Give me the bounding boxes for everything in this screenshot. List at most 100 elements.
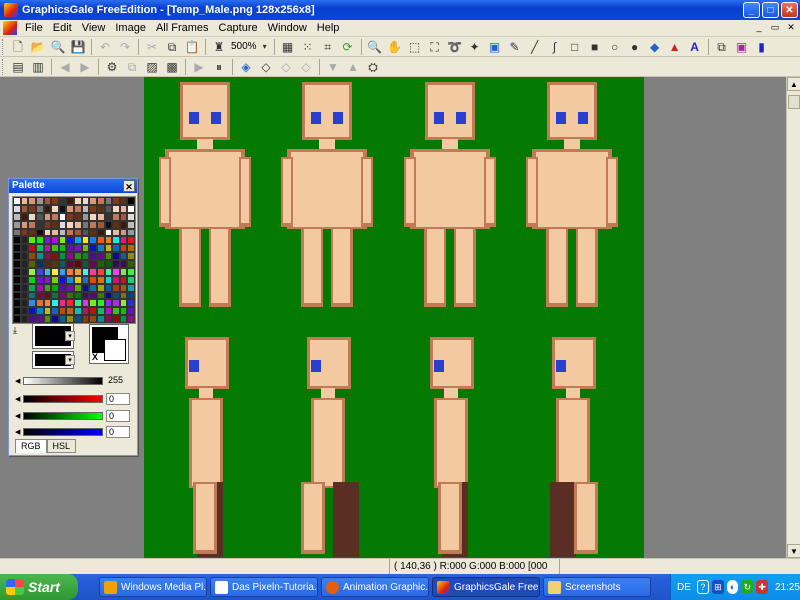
- color-swatch[interactable]: [112, 299, 120, 308]
- color-swatch[interactable]: [119, 236, 128, 245]
- color-swatch[interactable]: [20, 236, 29, 245]
- color-swatch[interactable]: [81, 220, 90, 229]
- mdi-minimize-button[interactable]: _: [752, 21, 766, 34]
- color-swatch[interactable]: [13, 197, 21, 205]
- color-swatch[interactable]: [119, 275, 128, 284]
- color-swatch[interactable]: [127, 220, 135, 229]
- color-swatch[interactable]: [51, 260, 59, 268]
- value-bar[interactable]: [23, 377, 103, 385]
- color-swatch[interactable]: [28, 260, 36, 268]
- redo-icon[interactable]: ↷: [117, 39, 133, 55]
- color-swatch[interactable]: [66, 299, 74, 308]
- color-swatch[interactable]: [13, 228, 21, 237]
- color-swatch[interactable]: [66, 220, 74, 229]
- stamp-icon[interactable]: ♜: [211, 39, 227, 55]
- palette-close-button[interactable]: ✕: [123, 180, 135, 192]
- color-swatch[interactable]: [13, 291, 21, 300]
- color-swatch[interactable]: [51, 197, 59, 205]
- color-swatch[interactable]: [112, 220, 120, 229]
- color-swatch[interactable]: [66, 267, 74, 276]
- color-swatch[interactable]: [89, 252, 97, 260]
- color-swatch[interactable]: [127, 291, 135, 300]
- color-swatch[interactable]: [112, 267, 120, 276]
- new-file-icon[interactable]: 🗋: [10, 39, 26, 55]
- color-swatch[interactable]: [58, 228, 67, 237]
- color-swatch[interactable]: [35, 260, 44, 268]
- menu-view[interactable]: View: [77, 22, 111, 34]
- color-swatch-grid[interactable]: [12, 196, 136, 324]
- layer-up-icon[interactable]: ▲: [345, 59, 361, 75]
- swap-colors-label[interactable]: X: [92, 352, 98, 362]
- color-swatch[interactable]: [112, 212, 120, 221]
- color-swatch[interactable]: [96, 275, 105, 284]
- color-swatch[interactable]: [35, 299, 44, 308]
- color-swatch[interactable]: [35, 197, 44, 205]
- color-swatch[interactable]: [13, 299, 21, 308]
- color-swatch[interactable]: [28, 212, 36, 221]
- color-swatch[interactable]: [112, 228, 120, 237]
- color-swatch[interactable]: [66, 204, 74, 213]
- minimize-button[interactable]: _: [743, 2, 760, 18]
- color-swatch[interactable]: [20, 267, 29, 276]
- line-icon[interactable]: ╱: [527, 39, 543, 55]
- scroll-thumb[interactable]: [788, 95, 800, 109]
- color-swatch[interactable]: [104, 197, 113, 205]
- color-swatch[interactable]: [104, 204, 113, 213]
- color-swatch[interactable]: [104, 220, 113, 229]
- layer-icon[interactable]: ◈: [238, 59, 254, 75]
- color-swatch[interactable]: [58, 275, 67, 284]
- color-swatch[interactable]: [20, 283, 29, 292]
- play-icon[interactable]: ▶: [191, 59, 207, 75]
- window-title-bar[interactable]: GraphicsGale FreeEdition - [Temp_Male.pn…: [0, 0, 800, 20]
- color-swatch[interactable]: [35, 307, 44, 316]
- color-swatch[interactable]: [43, 252, 52, 260]
- color-swatch[interactable]: [13, 283, 21, 292]
- lasso-icon[interactable]: ➰: [447, 39, 463, 55]
- color-swatch[interactable]: [112, 283, 120, 292]
- color-swatch[interactable]: [127, 299, 135, 308]
- color-swatch[interactable]: [66, 275, 74, 284]
- color-swatch[interactable]: [66, 228, 74, 237]
- blue-bar[interactable]: [23, 428, 103, 436]
- image-canvas[interactable]: [144, 77, 644, 558]
- color-swatch[interactable]: [51, 212, 59, 221]
- color-swatch[interactable]: [96, 260, 105, 268]
- color-swatch[interactable]: [119, 212, 128, 221]
- red-slider[interactable]: ◀ 0: [15, 392, 135, 406]
- transform-icon[interactable]: ⟳: [340, 39, 356, 55]
- gradient-icon[interactable]: ▲: [667, 39, 683, 55]
- color-swatch[interactable]: [96, 307, 105, 316]
- color-swatch[interactable]: [35, 315, 44, 323]
- color-swatch[interactable]: [89, 197, 97, 205]
- color-swatch[interactable]: [13, 260, 21, 268]
- frame-copy-icon[interactable]: ⧉: [124, 59, 140, 75]
- color-swatch[interactable]: [104, 307, 113, 316]
- task-pixeln-tutorial[interactable]: Das Pixeln-Tutoria...: [210, 577, 318, 597]
- color-swatch[interactable]: [28, 244, 36, 253]
- color-swatch[interactable]: [28, 291, 36, 300]
- undo-icon[interactable]: ↶: [97, 39, 113, 55]
- color-swatch[interactable]: [28, 204, 36, 213]
- color-swatch[interactable]: [13, 204, 21, 213]
- rect-select-icon[interactable]: ⬚: [407, 39, 423, 55]
- color-swatch[interactable]: [127, 204, 135, 213]
- color-swatch[interactable]: [112, 315, 120, 323]
- red-value-field[interactable]: 0: [106, 393, 130, 405]
- filled-rectangle-icon[interactable]: ■: [587, 39, 603, 55]
- slider-left-icon[interactable]: ◀: [15, 377, 23, 385]
- color-swatch[interactable]: [119, 283, 128, 292]
- scroll-up-button[interactable]: ▲: [787, 77, 800, 91]
- color-swatch[interactable]: [104, 244, 113, 253]
- color-swatch[interactable]: [74, 275, 82, 284]
- color-swatch[interactable]: [127, 228, 135, 237]
- color-swatch[interactable]: [119, 260, 128, 268]
- color-swatch[interactable]: [104, 260, 113, 268]
- color-swatch[interactable]: [81, 204, 90, 213]
- color-swatch[interactable]: [119, 244, 128, 253]
- filled-ellipse-icon[interactable]: ●: [627, 39, 643, 55]
- import-palette-icon[interactable]: ⤓: [13, 325, 17, 336]
- color-swatch[interactable]: [35, 283, 44, 292]
- menu-image[interactable]: Image: [110, 22, 151, 34]
- vertical-scrollbar[interactable]: ▲ ▼: [786, 77, 800, 558]
- color-swatch[interactable]: [74, 252, 82, 260]
